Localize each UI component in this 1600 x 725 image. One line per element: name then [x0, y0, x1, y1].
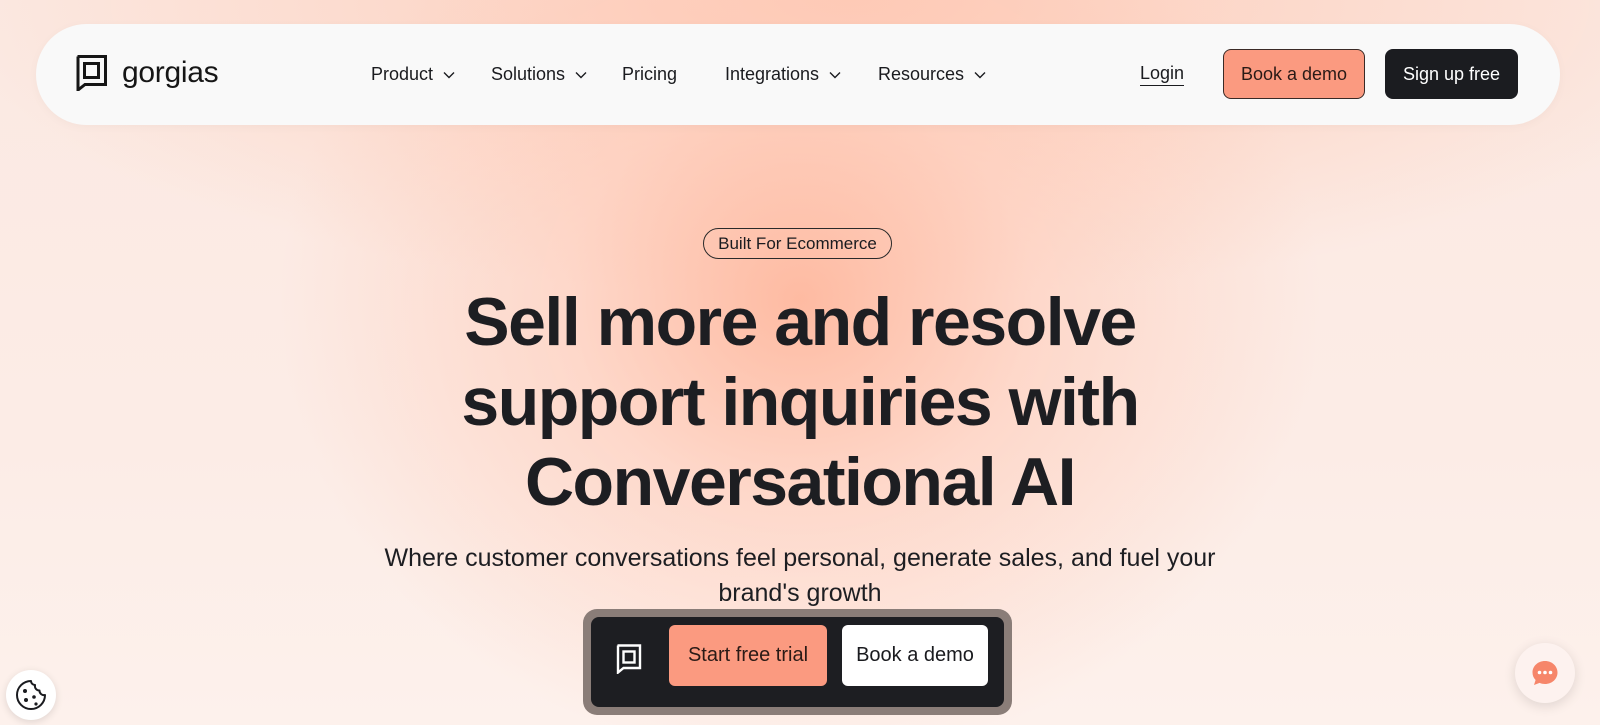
logo[interactable]: gorgias	[76, 55, 219, 91]
nav-item-pricing[interactable]: Pricing	[622, 64, 677, 85]
nav-item-label: Resources	[878, 64, 965, 84]
top-navbar: gorgias Product Solutions Pricing Integr…	[36, 24, 1560, 125]
nav-item-solutions[interactable]: Solutions	[491, 64, 587, 85]
chevron-down-icon	[829, 71, 841, 78]
nav-item-product[interactable]: Product	[371, 64, 455, 85]
hero-headline: Sell more and resolve support inquiries …	[400, 282, 1200, 522]
headline-line: support inquiries with	[461, 364, 1140, 440]
category-badge: Built For Ecommerce	[703, 228, 892, 259]
sticky-cta-bar: Start free trial Book a demo	[583, 609, 1012, 715]
gorgias-logo-icon	[616, 644, 642, 674]
chevron-down-icon	[575, 71, 587, 78]
nav-item-label: Product	[371, 64, 434, 84]
book-demo-button[interactable]: Book a demo	[842, 625, 988, 686]
chevron-down-icon	[443, 71, 455, 78]
start-free-trial-button[interactable]: Start free trial	[669, 625, 827, 686]
subhead-line: Where customer conversations feel person…	[384, 544, 1216, 572]
nav-item-label: Integrations	[725, 64, 820, 84]
hero-subheadline: Where customer conversations feel person…	[380, 541, 1220, 611]
signup-button[interactable]: Sign up free	[1385, 49, 1518, 99]
book-demo-button[interactable]: Book a demo	[1223, 49, 1365, 99]
subhead-line: brand's growth	[718, 579, 882, 607]
nav-item-integrations[interactable]: Integrations	[725, 64, 841, 85]
headline-line: Sell more and resolve	[464, 284, 1137, 360]
chat-bubble-icon	[1532, 661, 1558, 685]
logo-text: gorgias	[122, 56, 219, 89]
cookie-settings-button[interactable]	[6, 670, 56, 720]
login-link[interactable]: Login	[1140, 63, 1185, 86]
nav-item-label: Pricing	[622, 64, 678, 84]
cta-bar-inner: Start free trial Book a demo	[591, 617, 1004, 707]
nav-item-label: Solutions	[491, 64, 566, 84]
headline-line: Conversational AI	[524, 444, 1077, 520]
chat-launcher-button[interactable]	[1515, 643, 1575, 703]
gorgias-logo-icon	[76, 55, 107, 91]
nav-item-resources[interactable]: Resources	[878, 64, 986, 85]
cookie-icon	[16, 680, 46, 710]
chevron-down-icon	[974, 71, 986, 78]
